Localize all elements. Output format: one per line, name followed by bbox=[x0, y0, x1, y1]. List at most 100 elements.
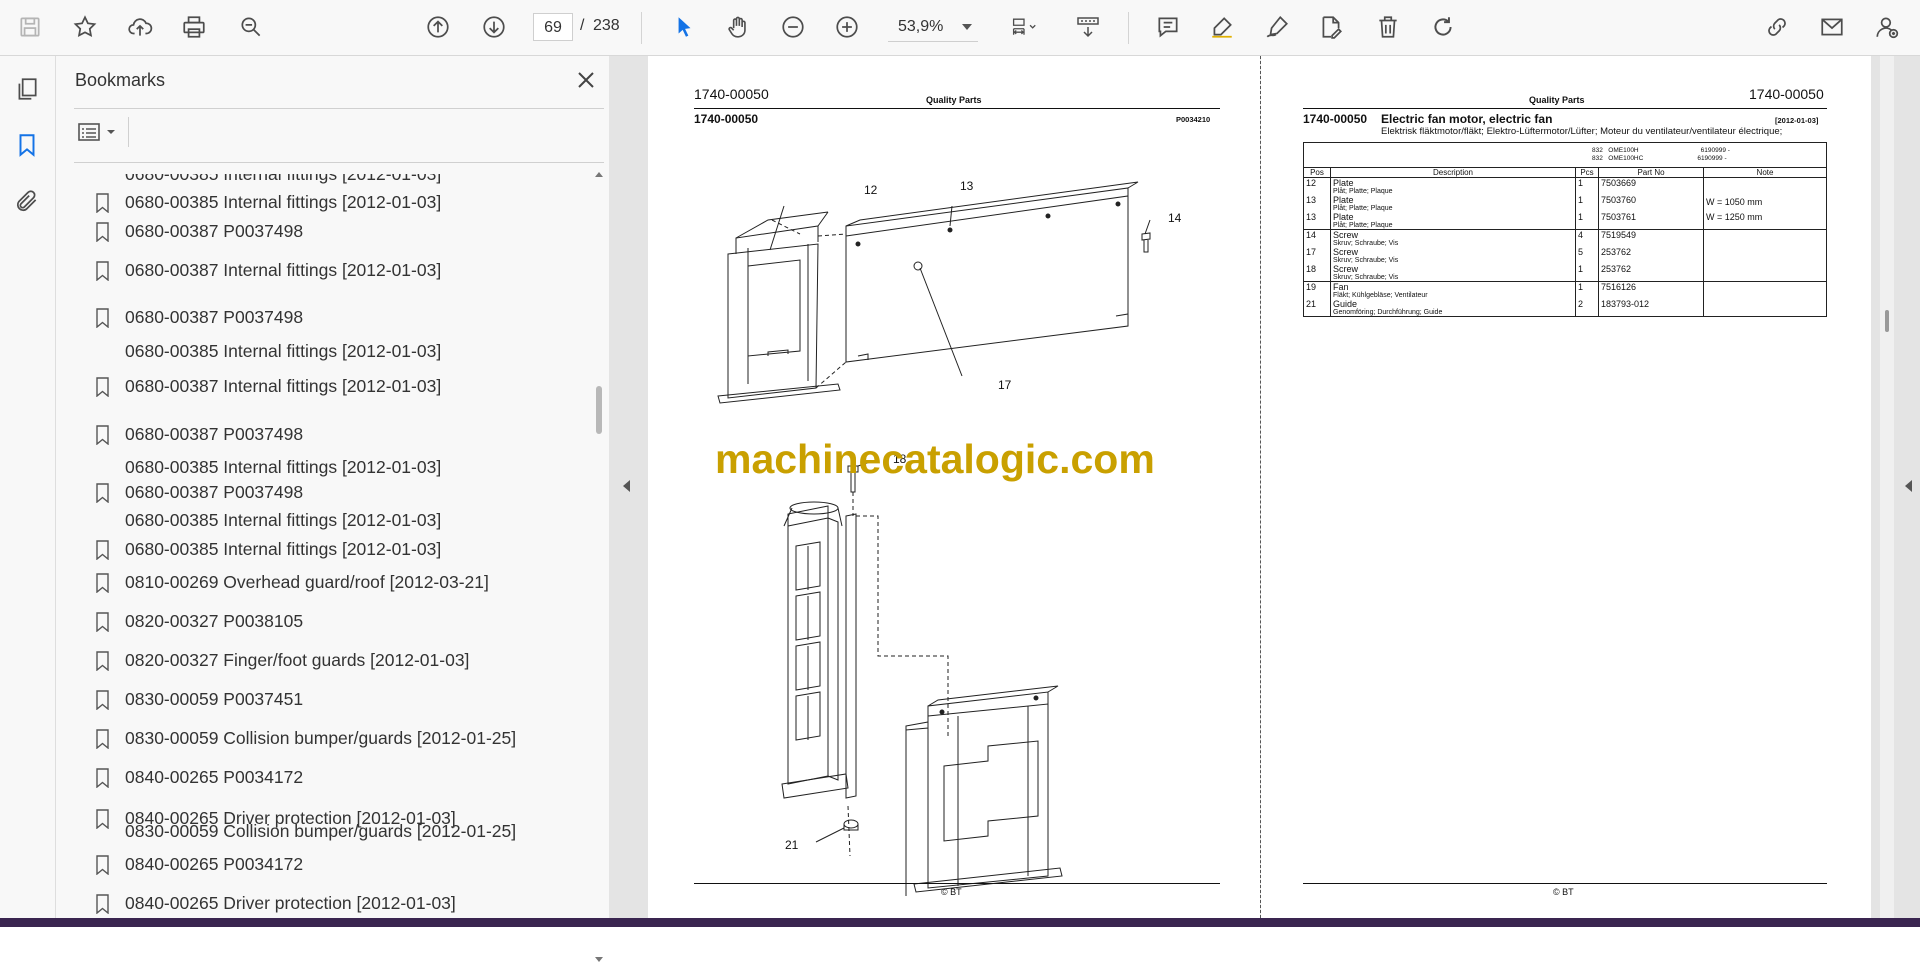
bookmark-item[interactable]: 0840-00265 Driver protection [2012-01-03… bbox=[96, 891, 586, 918]
bookmark-item[interactable]: 0810-00269 Overhead guard/roof [2012-03-… bbox=[96, 570, 586, 600]
share-link-icon[interactable] bbox=[1759, 9, 1795, 45]
watermark-text: machinecatalogic.com bbox=[715, 436, 1155, 482]
bookmark-item[interactable]: 0680-00385 Internal fittings [2012-01-03… bbox=[96, 339, 586, 369]
bookmark-flag-icon bbox=[96, 193, 109, 213]
bookmark-flag-icon bbox=[96, 573, 109, 593]
bookmark-item[interactable]: 0680-00387 P0037498 bbox=[96, 219, 586, 249]
zoom-in-icon[interactable] bbox=[829, 9, 865, 45]
page-code-top: 1740-00050 bbox=[694, 86, 769, 102]
bookmark-flag-icon bbox=[96, 261, 109, 281]
email-icon[interactable] bbox=[1814, 9, 1850, 45]
collapse-panel-left-icon[interactable] bbox=[623, 480, 630, 492]
bookmark-item[interactable]: 0680-00387 P0037498 bbox=[96, 480, 586, 510]
comment-icon[interactable] bbox=[1150, 9, 1186, 45]
bookmark-item[interactable]: 0820-00327 P0038105 bbox=[96, 609, 586, 639]
list-options-icon bbox=[78, 123, 100, 141]
hand-tool-icon[interactable] bbox=[720, 9, 756, 45]
page-number-input[interactable]: 69 bbox=[533, 13, 573, 41]
collapse-panel-right-icon[interactable] bbox=[1905, 480, 1912, 492]
scroll-down-icon[interactable] bbox=[594, 956, 604, 964]
user-account-icon[interactable] bbox=[1869, 9, 1905, 45]
main-toolbar: 69 / 238 53,9% bbox=[0, 0, 1920, 56]
bookmark-item[interactable]: 0680-00387 Internal fittings [2012-01-03… bbox=[96, 374, 586, 404]
highlight-icon[interactable] bbox=[1204, 9, 1240, 45]
attachments-paperclip-icon[interactable] bbox=[12, 186, 42, 216]
save-icon[interactable] bbox=[12, 9, 48, 45]
taskbar-strip bbox=[0, 918, 1920, 927]
bookmark-item[interactable]: 0680-00385 Internal fittings [2012-01-03… bbox=[96, 190, 586, 220]
bookmark-item[interactable]: 0840-00265 P0034172 bbox=[96, 765, 586, 795]
page-thumbnails-icon[interactable] bbox=[12, 74, 42, 104]
navigation-rail bbox=[0, 56, 56, 918]
document-scrollbar[interactable] bbox=[1880, 56, 1894, 918]
bookmark-flag-icon bbox=[96, 651, 109, 671]
bookmarks-panel: Bookmarks 0680-00385 Internal fittings [… bbox=[56, 56, 609, 962]
edit-text-icon[interactable] bbox=[1313, 9, 1349, 45]
chevron-down-icon bbox=[107, 130, 115, 134]
select-cursor-icon[interactable] bbox=[666, 9, 702, 45]
bookmark-flag-icon bbox=[96, 612, 109, 632]
document-scroll-thumb[interactable] bbox=[1885, 310, 1889, 332]
page-fit-icon[interactable] bbox=[1001, 9, 1047, 45]
next-page-icon[interactable] bbox=[476, 9, 512, 45]
bookmark-item[interactable]: 0830-00059 Collision bumper/guards [2012… bbox=[96, 819, 586, 849]
bookmark-flag-icon bbox=[96, 768, 109, 788]
zoom-level-select[interactable]: 53,9% bbox=[888, 13, 978, 42]
page-code-top: 1740-00050 bbox=[1749, 86, 1824, 102]
zoom-level-value: 53,9% bbox=[898, 18, 944, 35]
bookmarks-icon[interactable] bbox=[12, 130, 42, 160]
bookmark-item[interactable]: 0680-00387 P0037498 bbox=[96, 422, 586, 452]
rotate-icon[interactable] bbox=[1425, 9, 1461, 45]
zoom-out-icon[interactable] bbox=[775, 9, 811, 45]
print-icon[interactable] bbox=[176, 9, 212, 45]
callout-12: 12 bbox=[864, 183, 878, 197]
bookmark-item[interactable]: 0840-00265 P0034172 bbox=[96, 852, 586, 882]
page-header: Quality Parts bbox=[926, 95, 982, 105]
bookmark-item[interactable]: 0830-00059 P0037451 bbox=[96, 687, 586, 717]
table-row: 17 Screw Skruv; Schraube; Vis 5 253762 bbox=[1303, 247, 1827, 264]
previous-page-icon[interactable] bbox=[420, 9, 456, 45]
bookmark-item[interactable]: 0830-00059 Collision bumper/guards [2012… bbox=[96, 726, 586, 756]
table-row: 14 Screw Skruv; Schraube; Vis 4 7519549 bbox=[1303, 229, 1827, 247]
page-total: 238 bbox=[593, 17, 620, 34]
page-separator: / bbox=[580, 17, 585, 34]
bookmark-flag-icon bbox=[96, 222, 109, 242]
bookmark-flag-icon bbox=[96, 425, 109, 445]
bookmark-item[interactable]: 0680-00387 Internal fittings [2012-01-03… bbox=[96, 258, 586, 288]
callout-14: 14 bbox=[1168, 211, 1182, 225]
page-header: Quality Parts bbox=[1529, 95, 1585, 105]
pdf-page-right: Quality Parts 1740-00050 1740-00050 Elec… bbox=[1261, 56, 1871, 918]
delete-trash-icon[interactable] bbox=[1370, 9, 1406, 45]
close-icon[interactable] bbox=[574, 68, 598, 92]
bookmark-scrollbar[interactable] bbox=[592, 168, 606, 962]
bookmark-scroll-thumb[interactable] bbox=[596, 386, 602, 434]
bookmark-item[interactable]: 0680-00387 P0037498 bbox=[96, 305, 586, 335]
bookmark-flag-icon bbox=[96, 729, 109, 749]
bookmark-flag-icon bbox=[96, 855, 109, 875]
callout-21: 21 bbox=[785, 838, 799, 852]
upload-cloud-icon[interactable] bbox=[122, 9, 158, 45]
bookmark-flag-icon bbox=[96, 483, 109, 503]
bookmark-options-button[interactable] bbox=[76, 118, 122, 146]
pdf-page-left: 1740-00050 Quality Parts 1740-00050 P003… bbox=[648, 56, 1260, 918]
table-row: 13 Plate Plåt; Platte; Plaque 1 7503761 W = 1… bbox=[1303, 212, 1827, 230]
bookmark-item[interactable]: 0680-00385 Internal fittings [2012-01-03… bbox=[96, 508, 586, 538]
table-row: 21 Guide Genomföring; Durchführung; Guide 2… bbox=[1303, 299, 1827, 317]
draw-pen-icon[interactable] bbox=[1259, 9, 1295, 45]
bookmark-flag-icon bbox=[96, 894, 109, 914]
scroll-up-icon[interactable] bbox=[594, 170, 604, 178]
star-icon[interactable] bbox=[67, 9, 103, 45]
zoom-search-icon[interactable] bbox=[233, 9, 269, 45]
page-footer: © BT bbox=[941, 887, 962, 897]
bookmark-item[interactable]: 0820-00327 Finger/foot guards [2012-01-0… bbox=[96, 648, 586, 678]
parts-table: 832 OME100H 6190999 - 832 OME100HC 6190999… bbox=[1303, 142, 1827, 317]
bookmark-item[interactable]: 0680-00385 Internal fittings [2012-01-03… bbox=[96, 537, 586, 567]
table-row: 18 Screw Skruv; Schraube; Vis 1 253762 bbox=[1303, 264, 1827, 282]
table-row: 13 Plate Plåt; Platte; Plaque 1 7503760 W = 1… bbox=[1303, 195, 1827, 212]
scroll-mode-icon[interactable] bbox=[1069, 9, 1107, 45]
section-date: [2012-01-03] bbox=[1775, 116, 1819, 125]
callout-17: 17 bbox=[998, 378, 1012, 392]
section-subtitle: Elektrisk fläktmotor/fläkt; Elektro-Lüft… bbox=[1381, 126, 1783, 137]
table-header: Pos Description Pcs Part No Note bbox=[1303, 167, 1827, 178]
exploded-parts-drawing bbox=[717, 181, 1151, 896]
